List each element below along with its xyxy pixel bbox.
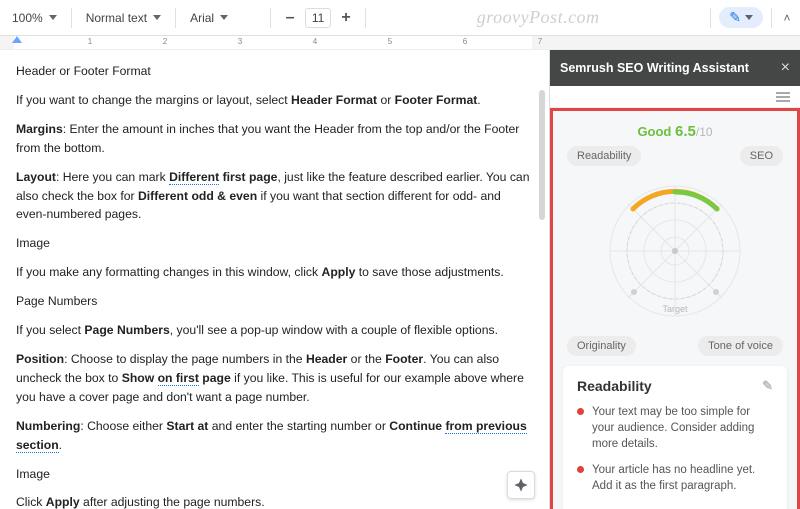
sidebar-body: Good 6.5/10 Readability SEO Originality … [550,108,800,509]
pill-seo[interactable]: SEO [740,146,783,166]
bullet-icon [577,466,584,473]
editing-mode-button[interactable]: ✎ [719,7,763,28]
pill-originality[interactable]: Originality [567,336,636,356]
paragraph-style-select[interactable]: Normal text [80,8,167,28]
vertical-scrollbar[interactable] [537,50,547,509]
doc-text: Numbering: Choose either Start at and en… [16,417,531,455]
sidebar-title: Semrush SEO Writing Assistant [560,61,749,75]
zoom-value: 100% [12,11,43,25]
explore-button[interactable] [507,471,535,499]
close-icon[interactable]: × [781,59,790,77]
doc-text: Position: Choose to display the page num… [16,350,531,407]
horizontal-ruler[interactable]: 1 2 3 4 5 6 7 [0,36,800,50]
doc-text: Layout: Here you can mark Different firs… [16,168,531,225]
font-select[interactable]: Arial [184,8,262,28]
chevron-down-icon [745,15,753,20]
doc-text: Click Apply after adjusting the page num… [16,493,531,509]
doc-text: Margins: Enter the amount in inches that… [16,120,531,158]
doc-text: Image [16,465,531,484]
indent-marker[interactable] [12,36,22,43]
separator [270,8,271,28]
style-value: Normal text [86,11,147,25]
fontsize-input[interactable]: 11 [305,8,331,28]
card-title: Readability [577,378,652,394]
doc-text: Header or Footer Format [16,62,531,81]
watermark-text: groovyPost.com [374,7,702,28]
radar-svg [600,176,750,326]
overall-score: Good 6.5/10 [563,123,787,140]
radar-chart: Readability SEO Originality Tone of voic… [563,146,787,356]
chevron-down-icon [220,15,228,20]
pill-tone[interactable]: Tone of voice [698,336,783,356]
zoom-select[interactable]: 100% [6,8,63,28]
chevron-down-icon [153,15,161,20]
decrease-fontsize-button[interactable]: – [279,7,301,29]
readability-warnings: Your text may be too simple for your aud… [577,404,773,494]
separator [710,8,711,28]
doc-text: If you want to change the margins or lay… [16,91,531,110]
semrush-sidebar: Semrush SEO Writing Assistant × Good 6.5… [549,50,800,509]
bullet-icon [577,408,584,415]
font-value: Arial [190,11,214,25]
document-page[interactable]: Header or Footer Format If you want to c… [0,50,549,509]
pencil-icon[interactable]: ✎ [762,378,773,394]
list-item: Your text may be too simple for your aud… [577,404,773,452]
increase-fontsize-button[interactable]: + [335,7,357,29]
list-item: Your article has no headline yet. Add it… [577,462,773,494]
hamburger-icon[interactable] [776,92,790,102]
separator [771,8,772,28]
scroll-thumb[interactable] [539,90,545,220]
doc-text: If you select Page Numbers, you'll see a… [16,321,531,340]
sidebar-menu-bar [550,86,800,108]
pencil-icon: ✎ [729,9,741,26]
plus-diamond-icon [513,477,529,493]
collapse-toolbar-button[interactable]: ˄ [780,11,794,25]
doc-text: Image [16,234,531,253]
sidebar-header: Semrush SEO Writing Assistant × [550,50,800,86]
pill-readability[interactable]: Readability [567,146,641,166]
doc-text: Page Numbers [16,292,531,311]
readability-card[interactable]: Readability ✎ Your text may be too simpl… [563,366,787,509]
separator [175,8,176,28]
fontsize-value: 11 [312,11,324,25]
doc-text: If you make any formatting changes in th… [16,263,531,282]
separator [71,8,72,28]
docs-toolbar: 100% Normal text Arial – 11 + groovyPost… [0,0,800,36]
chevron-down-icon [49,15,57,20]
separator [365,8,366,28]
